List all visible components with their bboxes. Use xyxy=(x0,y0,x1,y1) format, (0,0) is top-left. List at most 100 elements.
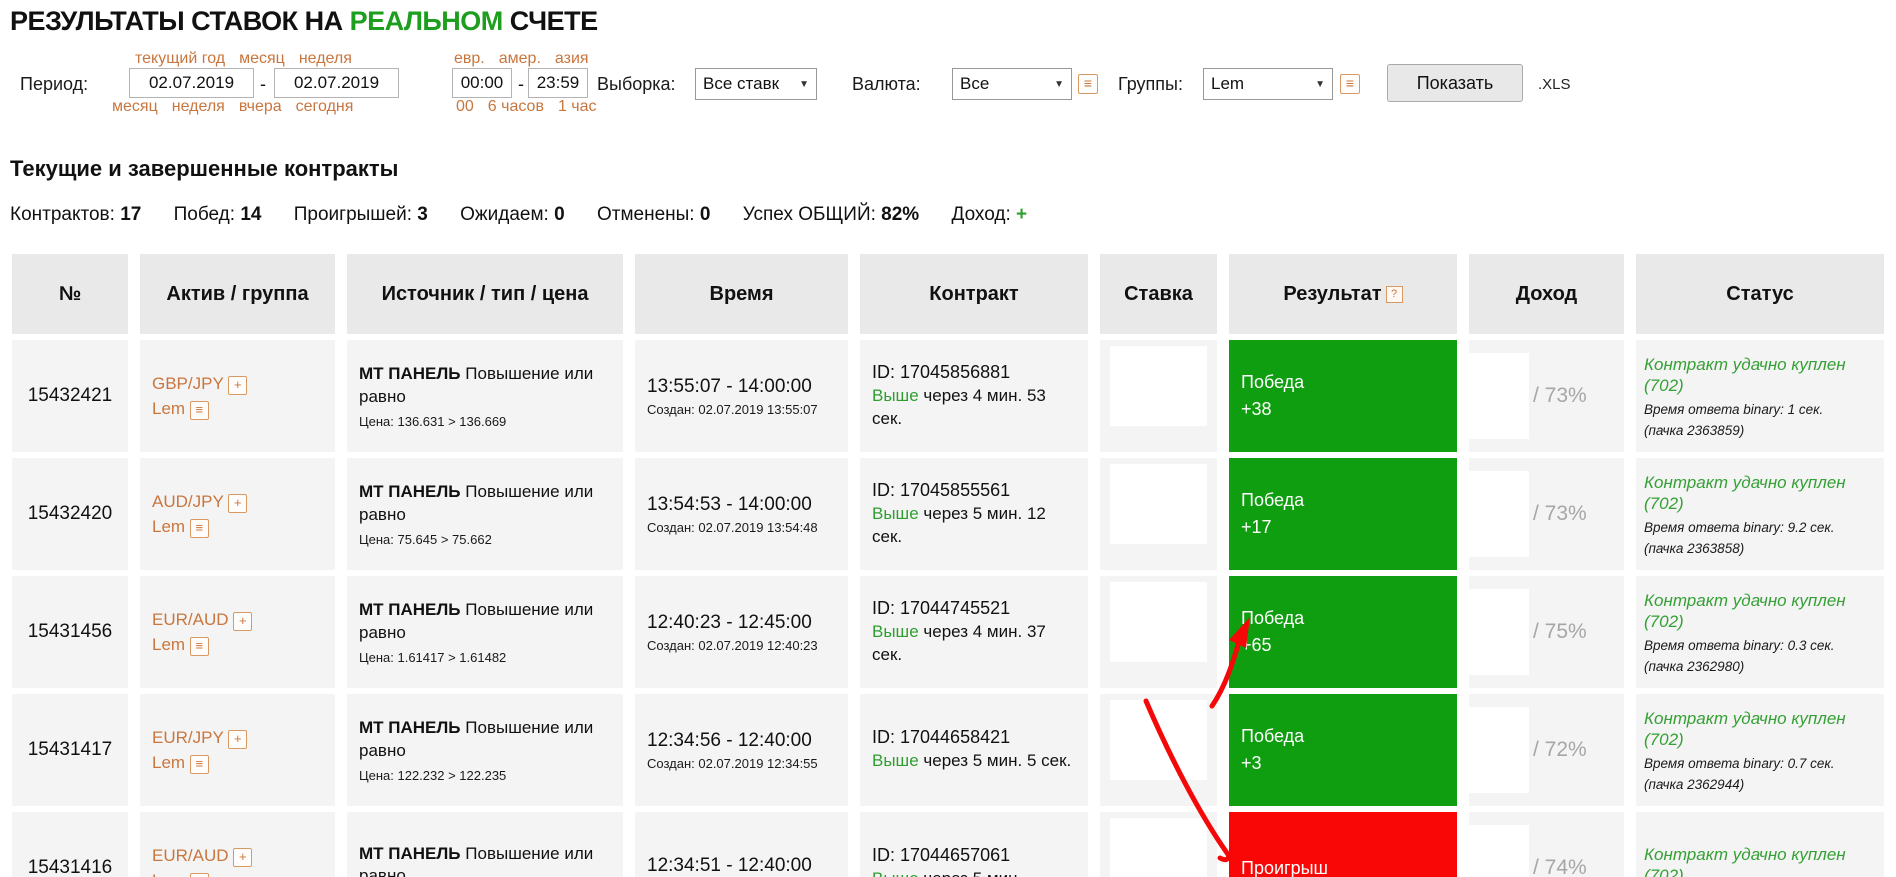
status-cell: Контракт удачно куплен (702) Время ответ… xyxy=(1636,694,1884,806)
status-response-time: Время ответа binary: 0.3 сек. xyxy=(1644,638,1835,654)
result-label: Победа xyxy=(1241,372,1305,392)
col-header-bet: Ставка xyxy=(1100,254,1217,334)
help-icon[interactable]: ? xyxy=(1385,285,1403,303)
link-month-top[interactable]: месяц xyxy=(239,50,285,67)
result-label: Победа xyxy=(1241,726,1305,746)
date-to-input[interactable] xyxy=(274,68,399,98)
status-cell: Контракт удачно куплен (702) Время ответ… xyxy=(1636,340,1884,452)
expand-icon[interactable]: + xyxy=(228,375,248,395)
expand-icon[interactable]: + xyxy=(233,611,253,631)
link-asia[interactable]: азия xyxy=(555,50,589,67)
status-cell: Контракт удачно куплен (702) xyxy=(1636,812,1884,877)
result-label: Победа xyxy=(1241,490,1305,510)
contract-cell: ID: 17044658421 Выше через 5 мин. 5 сек. xyxy=(860,694,1088,806)
stat-wins: Побед: 14 xyxy=(173,204,262,225)
link-yesterday[interactable]: вчера xyxy=(239,98,282,115)
link-month[interactable]: месяц xyxy=(112,98,158,115)
result-cell: Победа +38 xyxy=(1229,340,1457,452)
source-cell: МТ ПАНЕЛЬ Повышение или равно xyxy=(347,812,623,877)
link-america[interactable]: амер. xyxy=(499,50,541,67)
contract-cell: ID: 17044745521 Выше через 4 мин. 37 сек… xyxy=(860,576,1088,688)
table-row: 15431456 EUR/AUD + Lem ≡ МТ ПАНЕЛЬ Повыш… xyxy=(12,576,1884,688)
link-00[interactable]: 00 xyxy=(456,98,474,115)
hidden-bet-amount xyxy=(1110,818,1207,877)
status-response-time: Время ответа binary: 1 сек. xyxy=(1644,402,1824,418)
status-main: Контракт удачно куплен (702) xyxy=(1644,354,1846,395)
link-current-year[interactable]: текущий год xyxy=(135,50,225,67)
group-link[interactable]: Lem xyxy=(152,517,185,536)
asset-link[interactable]: EUR/AUD xyxy=(152,610,229,629)
contract-number: 15431417 xyxy=(12,694,128,806)
list-icon[interactable]: ≡ xyxy=(189,873,209,877)
col-header-number: № xyxy=(12,254,128,334)
time-to-input[interactable] xyxy=(528,68,588,98)
income-expand-link[interactable]: + xyxy=(1016,204,1027,225)
source-cell: МТ ПАНЕЛЬ Повышение или равно Цена: 136.… xyxy=(347,340,623,452)
result-cell: Проигрыш xyxy=(1229,812,1457,877)
hidden-bet-amount xyxy=(1110,582,1207,662)
asset-link[interactable]: AUD/JPY xyxy=(152,492,224,511)
hidden-income-amount xyxy=(1469,589,1529,675)
asset-cell: AUD/JPY + Lem ≡ xyxy=(140,458,335,570)
income-percent: / 72% xyxy=(1533,738,1587,761)
price-range: Цена: 122.232 > 122.235 xyxy=(359,767,507,783)
date-from-input[interactable] xyxy=(129,68,254,98)
expand-icon[interactable]: + xyxy=(228,493,248,513)
expand-icon[interactable]: + xyxy=(233,847,253,867)
link-week-top[interactable]: неделя xyxy=(299,50,352,67)
income-cell: / 75% xyxy=(1469,576,1624,688)
group-link[interactable]: Lem xyxy=(152,635,185,654)
table-row: 15432420 AUD/JPY + Lem ≡ МТ ПАНЕЛЬ Повыш… xyxy=(12,458,1884,570)
group-link[interactable]: Lem xyxy=(152,871,185,877)
income-percent: / 73% xyxy=(1533,502,1587,525)
asset-link[interactable]: EUR/AUD xyxy=(152,846,229,865)
income-percent: / 74% xyxy=(1533,856,1587,877)
contract-cell: ID: 17044657061 Выше через 5 мин. xyxy=(860,812,1088,877)
currency-select[interactable]: Все ▼ xyxy=(952,68,1072,100)
time-cell: 13:55:07 - 14:00:00 Создан: 02.07.2019 1… xyxy=(635,340,848,452)
income-cell: / 73% xyxy=(1469,458,1624,570)
page-title-prefix: РЕЗУЛЬТАТЫ СТАВОК НА xyxy=(10,6,350,36)
link-1-hour[interactable]: 1 час xyxy=(558,98,597,115)
date-quick-links-top: текущий год месяц неделя xyxy=(135,50,366,68)
list-icon[interactable]: ≡ xyxy=(189,637,209,656)
asset-link[interactable]: GBP/JPY xyxy=(152,374,224,393)
status-batch: (пачка 2363859) xyxy=(1644,423,1745,439)
stat-pending: Ожидаем: 0 xyxy=(460,204,565,225)
list-icon[interactable]: ≡ xyxy=(189,755,209,774)
group-link[interactable]: Lem xyxy=(152,399,185,418)
link-today[interactable]: сегодня xyxy=(296,98,354,115)
time-from-input[interactable] xyxy=(452,68,512,98)
direction-label: Выше xyxy=(872,386,919,406)
expand-icon[interactable]: + xyxy=(228,729,248,749)
link-6-hours[interactable]: 6 часов xyxy=(488,98,544,115)
link-europe[interactable]: евр. xyxy=(454,50,485,67)
time-quick-links-bottom: 00 6 часов 1 час xyxy=(456,98,611,116)
contract-number: 15432421 xyxy=(12,340,128,452)
direction-label: Выше xyxy=(872,869,919,877)
hidden-bet-amount xyxy=(1110,346,1207,426)
col-header-income: Доход xyxy=(1469,254,1624,334)
income-percent: / 75% xyxy=(1533,620,1587,643)
groups-list-icon[interactable]: ≡ xyxy=(1340,74,1360,94)
show-button[interactable]: Показать xyxy=(1387,64,1523,102)
result-cell: Победа +65 xyxy=(1229,576,1457,688)
col-header-result: Результат? xyxy=(1229,254,1457,334)
time-cell: 13:54:53 - 14:00:00 Создан: 02.07.2019 1… xyxy=(635,458,848,570)
xls-export-link[interactable]: .XLS xyxy=(1538,76,1571,93)
date-quick-links-bottom: месяц неделя вчера сегодня xyxy=(112,98,367,116)
group-link[interactable]: Lem xyxy=(152,753,185,772)
currency-list-icon[interactable]: ≡ xyxy=(1078,74,1098,94)
asset-link[interactable]: EUR/JPY xyxy=(152,728,224,747)
groups-select[interactable]: Lem ▼ xyxy=(1203,68,1333,100)
income-cell: / 74% xyxy=(1469,812,1624,877)
sample-select[interactable]: Все ставк ▼ xyxy=(695,68,817,100)
col-header-asset: Актив / группа xyxy=(140,254,335,334)
list-icon[interactable]: ≡ xyxy=(189,519,209,538)
list-icon[interactable]: ≡ xyxy=(189,401,209,420)
result-cell: Победа +17 xyxy=(1229,458,1457,570)
link-week[interactable]: неделя xyxy=(172,98,225,115)
price-range: Цена: 136.631 > 136.669 xyxy=(359,413,507,429)
groups-label: Группы: xyxy=(1118,74,1183,94)
chevron-down-icon: ▼ xyxy=(1054,78,1064,90)
